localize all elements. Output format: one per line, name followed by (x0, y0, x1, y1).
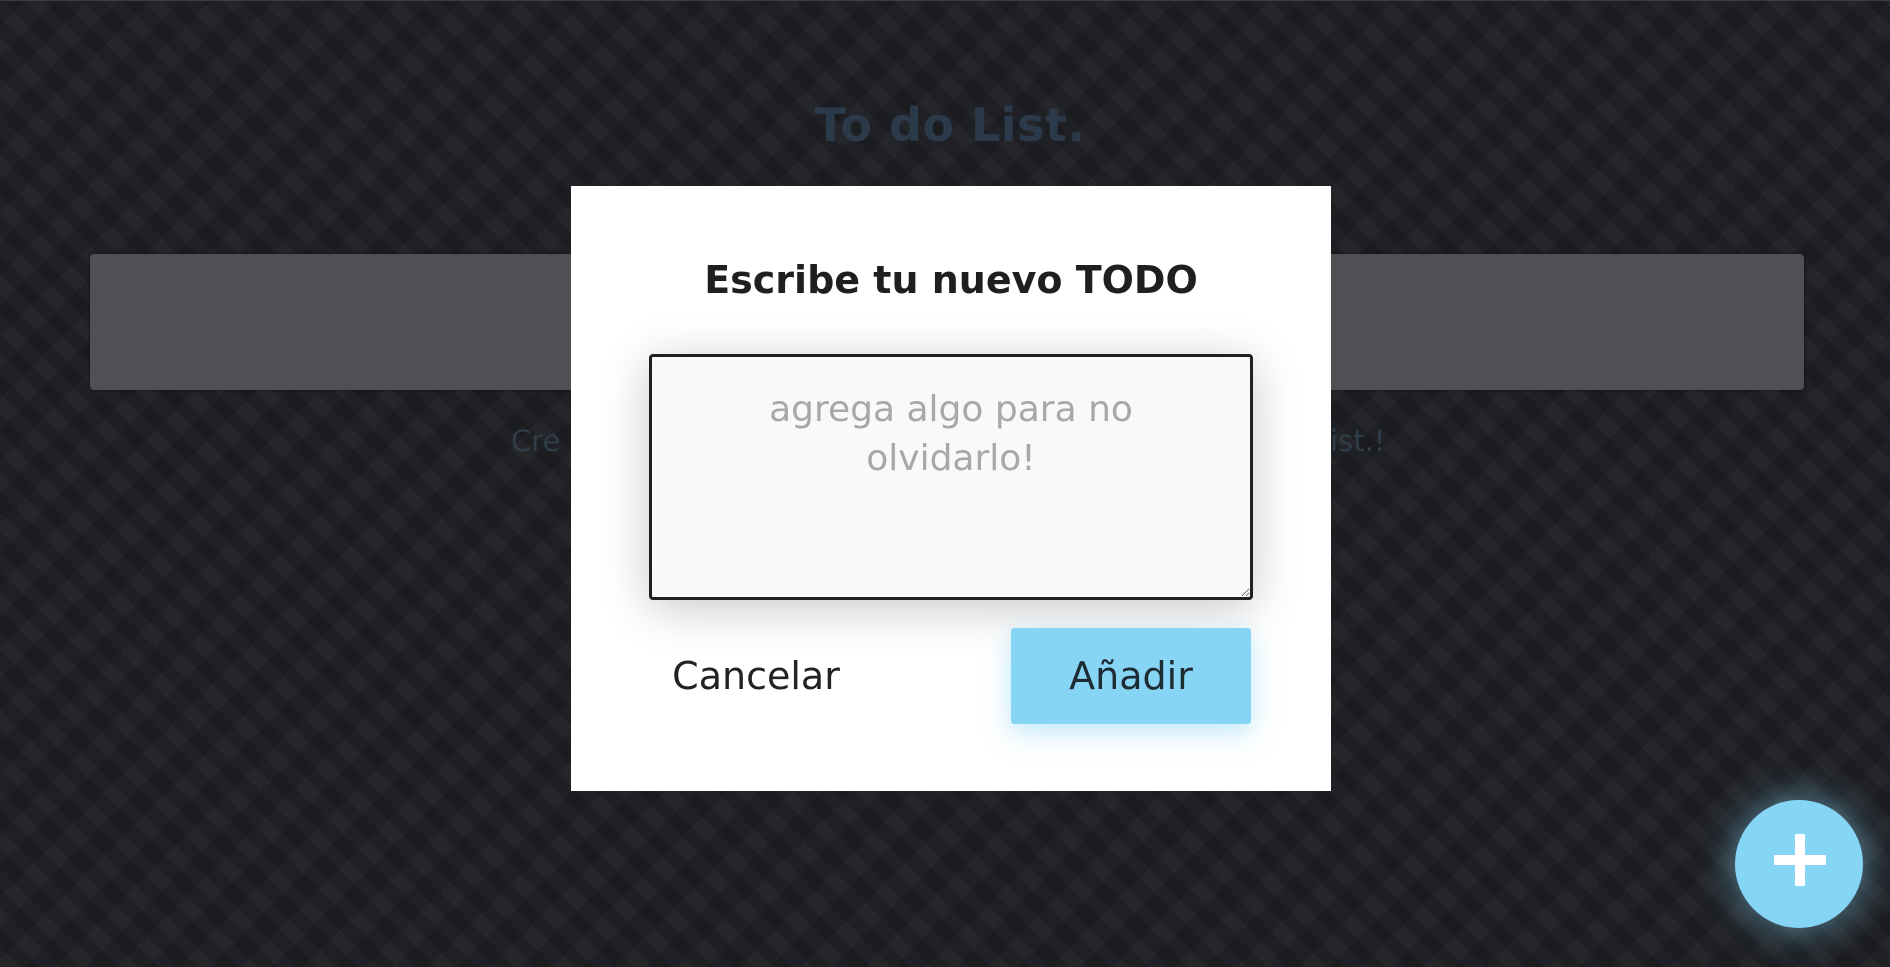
window-top-border (0, 0, 1890, 1)
modal-title: Escribe tu nuevo TODO (704, 258, 1198, 302)
todo-textarea[interactable] (649, 354, 1253, 600)
add-todo-fab[interactable] (1735, 800, 1863, 928)
page-title: To do List. (814, 98, 1086, 152)
add-button[interactable]: Añadir (1011, 628, 1251, 724)
plus-icon (1774, 834, 1826, 886)
empty-message-end: list.! (1322, 424, 1386, 458)
empty-message-start: Cre (511, 424, 561, 458)
new-todo-modal: Escribe tu nuevo TODO Cancelar Añadir (571, 186, 1331, 791)
cancel-button[interactable]: Cancelar (649, 628, 863, 724)
